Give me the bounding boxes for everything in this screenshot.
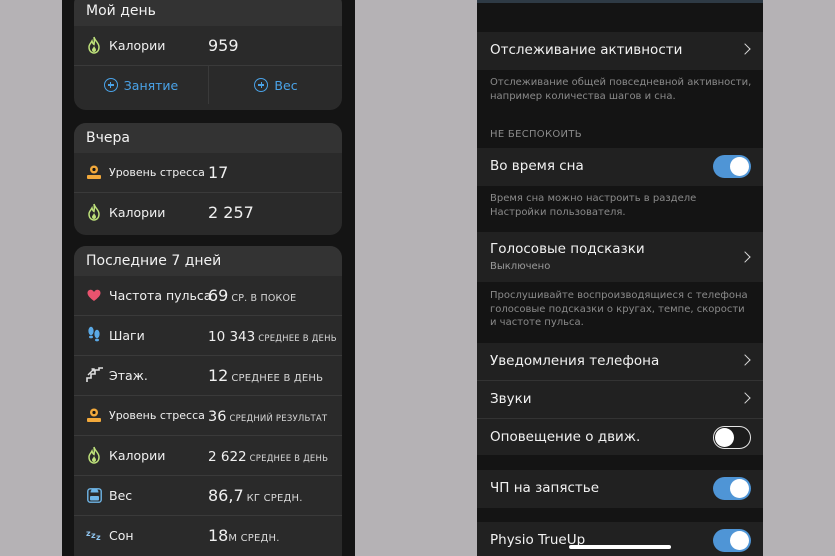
stress-avg-value: 36 СРЕДНИЙ РЕЗУЛЬТАТ xyxy=(208,409,328,425)
calories-label: Калории xyxy=(109,448,166,463)
phone-notifications-item[interactable]: Уведомления телефона xyxy=(477,343,763,380)
stress-icon xyxy=(86,163,102,181)
add-weight-button[interactable]: Вес xyxy=(208,66,342,104)
stress-label: Уровень стресса xyxy=(109,166,205,179)
stress-value: 17 xyxy=(208,163,229,182)
calories-label: Калории xyxy=(109,205,166,220)
calories-value: 959 xyxy=(208,36,239,55)
svg-text:z: z xyxy=(96,533,101,542)
sounds-item[interactable]: Звуки xyxy=(477,380,763,418)
calories-label: Калории xyxy=(109,38,166,53)
wrist-hr-label: ЧП на запястье xyxy=(490,480,600,496)
flame-icon xyxy=(86,36,102,54)
physio-trueup-section: Physio TrueUp xyxy=(477,522,763,556)
yesterday-title: Вчера xyxy=(74,123,342,153)
chevron-right-icon xyxy=(739,43,751,55)
plus-circle-icon xyxy=(254,78,269,92)
my-day-title: Мой день xyxy=(74,0,342,26)
device-settings-screen: Отслеживание активности Отслеживание общ… xyxy=(477,0,763,556)
add-activity-label: Занятие xyxy=(123,77,179,93)
wrist-hr-toggle[interactable] xyxy=(713,477,751,500)
during-sleep-description: Время сна можно настроить в разделе Наст… xyxy=(490,193,697,218)
heart-rate-row[interactable]: Частота пульса 69 СР. В ПОКОЕ xyxy=(74,276,342,315)
quick-add-row: Занятие Вес xyxy=(74,65,342,104)
move-alert-label: Оповещение о движ. xyxy=(490,429,641,445)
steps-value: 10 343 СРЕДНЕЕ В ДЕНЬ xyxy=(208,329,337,345)
sleep-value: 18М СРЕДН. xyxy=(208,526,280,545)
heart-rate-label: Частота пульса xyxy=(109,288,212,303)
calories-value: 2 257 xyxy=(208,203,254,222)
last-7-days-card: Последние 7 дней Частота пульса 69 СР. В … xyxy=(74,246,342,556)
toggle-knob xyxy=(730,479,749,498)
dnd-section-title: НЕ БЕСПОКОИТЬ xyxy=(490,129,582,140)
move-alert-item: Оповещение о движ. xyxy=(477,418,763,456)
stress-label: Уровень стресса xyxy=(109,409,205,422)
steps-row[interactable]: Шаги 10 343 СРЕДНЕЕ В ДЕНЬ xyxy=(74,315,342,355)
toggle-knob xyxy=(730,157,749,176)
add-activity-button[interactable]: Занятие xyxy=(74,66,208,104)
stress-icon xyxy=(86,406,102,424)
physio-trueup-item: Physio TrueUp xyxy=(477,522,763,556)
sleep-row[interactable]: zzz Сон 18М СРЕДН. xyxy=(74,515,342,555)
activity-tracking-item[interactable]: Отслеживание активности xyxy=(477,32,763,69)
voice-prompts-label: Голосовые подсказки xyxy=(490,241,645,257)
chevron-right-icon xyxy=(739,354,751,366)
physio-trueup-toggle[interactable] xyxy=(713,529,751,552)
yesterday-card: Вчера Уровень стресса 17 Калории 2 257 xyxy=(74,123,342,235)
yesterday-stress-row[interactable]: Уровень стресса 17 xyxy=(74,153,342,192)
my-day-card: Мой день Калории 959 Занятие Вес xyxy=(74,0,342,110)
calories-row[interactable]: Калории 959 xyxy=(74,26,342,65)
weight-row[interactable]: Вес 86,7 КГ СРЕДН. xyxy=(74,475,342,515)
flame-icon xyxy=(86,203,102,221)
sounds-label: Звуки xyxy=(490,391,532,407)
chevron-right-icon xyxy=(739,251,751,263)
last-7-days-title: Последние 7 дней xyxy=(74,246,342,276)
activity-tracking-description: Отслеживание общей повседневной активнос… xyxy=(490,77,752,102)
home-indicator[interactable] xyxy=(569,545,671,549)
top-divider xyxy=(477,0,763,3)
during-sleep-section: Во время сна xyxy=(477,148,763,186)
stress-avg-row[interactable]: Уровень стресса 36 СРЕДНИЙ РЕЗУЛЬТАТ xyxy=(74,395,342,435)
heart-rate-value: 69 СР. В ПОКОЕ xyxy=(208,286,297,305)
alerts-section: Уведомления телефона Звуки Оповещение о … xyxy=(477,343,763,455)
during-sleep-item: Во время сна xyxy=(477,148,763,185)
wrist-hr-item: ЧП на запястье xyxy=(477,470,763,507)
heart-icon xyxy=(86,286,102,304)
phone-notifications-label: Уведомления телефона xyxy=(490,353,660,369)
footprints-icon xyxy=(86,326,102,344)
during-sleep-toggle[interactable] xyxy=(713,155,751,178)
stairs-icon xyxy=(86,366,104,384)
garmin-my-day-screen: Мой день Калории 959 Занятие Вес Вчера У… xyxy=(62,0,355,556)
move-alert-toggle[interactable] xyxy=(713,426,751,449)
add-weight-label: Вес xyxy=(274,77,298,93)
weight-value: 86,7 КГ СРЕДН. xyxy=(208,486,303,505)
scale-icon xyxy=(86,486,102,504)
activity-tracking-label: Отслеживание активности xyxy=(490,42,683,58)
floors-value: 12 СРЕДНЕЕ В ДЕНЬ xyxy=(208,366,324,385)
calories-avg-row[interactable]: Калории 2 622 СРЕДНЕЕ В ДЕНЬ xyxy=(74,435,342,475)
chevron-right-icon xyxy=(739,392,751,404)
toggle-knob xyxy=(715,427,734,447)
weight-label: Вес xyxy=(109,488,133,503)
wrist-hr-section: ЧП на запястье xyxy=(477,470,763,508)
yesterday-calories-row[interactable]: Калории 2 257 xyxy=(74,192,342,232)
activity-tracking-section: Отслеживание активности xyxy=(477,32,763,70)
during-sleep-label: Во время сна xyxy=(490,158,584,174)
flame-icon xyxy=(86,446,102,464)
steps-label: Шаги xyxy=(109,328,145,343)
floors-row[interactable]: Этаж. 12 СРЕДНЕЕ В ДЕНЬ xyxy=(74,355,342,395)
toggle-knob xyxy=(730,531,749,550)
voice-prompts-status: Выключено xyxy=(490,261,551,272)
sleep-icon: zzz xyxy=(86,526,104,544)
plus-circle-icon xyxy=(103,78,118,92)
physio-trueup-label: Physio TrueUp xyxy=(490,532,586,548)
calories-avg-value: 2 622 СРЕДНЕЕ В ДЕНЬ xyxy=(208,449,329,465)
voice-prompts-section[interactable]: Голосовые подсказки Выключено xyxy=(477,232,763,282)
voice-prompts-description: Прослушивайте воспроизводящиеся с телефо… xyxy=(490,290,748,328)
sleep-label: Сон xyxy=(109,528,134,543)
floors-label: Этаж. xyxy=(109,368,148,383)
